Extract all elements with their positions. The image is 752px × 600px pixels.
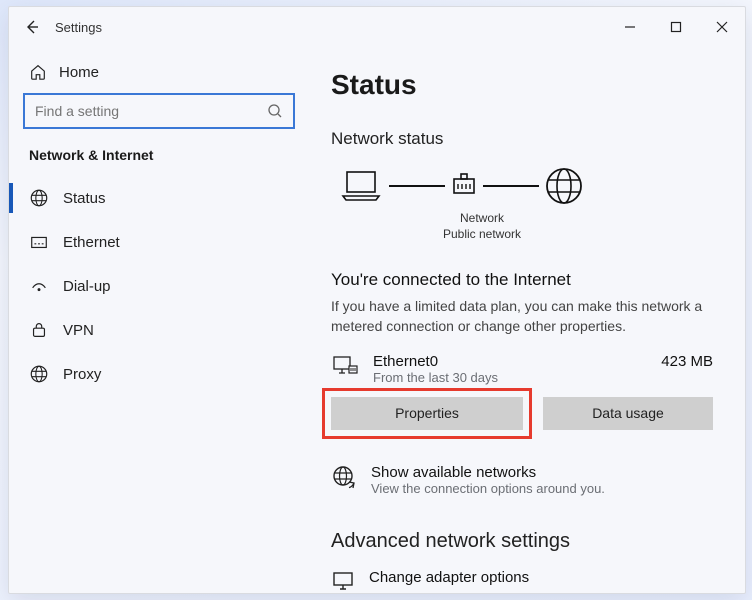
nav-label: Proxy [63,366,101,383]
home-label: Home [59,64,99,81]
change-adapter-label: Change adapter options [369,569,529,586]
titlebar: Settings [9,7,745,47]
home-link[interactable]: Home [23,55,295,93]
nav-proxy[interactable]: Proxy [23,353,295,395]
adapter-usage: 423 MB [661,353,713,370]
globe-icon [29,188,49,208]
main-content: Status Network status Network Public net… [309,47,745,593]
network-adapter-icon [449,171,479,201]
back-button[interactable] [9,19,55,35]
category-header: Network & Internet [29,147,295,163]
home-icon [29,63,47,81]
search-input[interactable] [35,103,267,119]
connected-title: You're connected to the Internet [331,270,713,290]
globe-arrow-icon [331,464,357,490]
available-title: Show available networks [371,464,605,481]
pc-ethernet-icon [331,353,359,381]
close-icon [716,21,728,33]
show-available-networks[interactable]: Show available networks View the connect… [331,464,713,496]
maximize-icon [670,21,682,33]
minimize-button[interactable] [607,7,653,47]
nav-ethernet[interactable]: Ethernet [23,221,295,263]
diagram-caption: Network Public network [437,211,527,242]
nav-label: Status [63,190,106,207]
laptop-icon [337,166,385,206]
diagram-line [483,185,539,187]
highlight-box: Properties [322,388,532,439]
nav-status[interactable]: Status [23,177,295,219]
properties-label: Properties [395,405,459,421]
diagram-sublabel: Public network [437,227,527,243]
change-adapter-options[interactable]: Change adapter options [331,569,713,593]
nav-list: Status Ethernet Dial-up VPN Proxy [23,177,295,395]
connected-description: If you have a limited data plan, you can… [331,296,713,337]
connection-status: You're connected to the Internet If you … [331,270,713,337]
adapter-row: Ethernet0 From the last 30 days 423 MB [331,353,713,385]
search-box[interactable] [23,93,295,129]
window-title: Settings [55,20,102,35]
maximize-button[interactable] [653,7,699,47]
nav-dialup[interactable]: Dial-up [23,265,295,307]
proxy-icon [29,364,49,384]
search-icon [267,103,283,119]
advanced-heading: Advanced network settings [331,530,713,553]
sidebar: Home Network & Internet Status Ethernet [9,47,309,593]
available-sub: View the connection options around you. [371,481,605,496]
diagram-line [389,185,445,187]
network-status-heading: Network status [331,129,713,149]
nav-vpn[interactable]: VPN [23,309,295,351]
adapter-buttons: Properties Data usage [331,397,713,430]
nav-label: VPN [63,322,94,339]
data-usage-label: Data usage [592,405,664,421]
nav-label: Dial-up [63,278,111,295]
adapter-sub: From the last 30 days [373,370,647,385]
properties-button[interactable]: Properties [331,397,523,430]
data-usage-button[interactable]: Data usage [543,397,713,430]
network-diagram [337,165,713,207]
page-title: Status [331,69,713,101]
window-controls [607,7,745,47]
nav-label: Ethernet [63,234,120,251]
globe-large-icon [543,165,585,207]
diagram-label: Network [437,211,527,227]
diagram-network-node [449,171,479,201]
vpn-icon [29,320,49,340]
arrow-left-icon [24,19,40,35]
ethernet-icon [29,232,49,252]
close-button[interactable] [699,7,745,47]
adapter-name: Ethernet0 [373,353,647,370]
monitor-icon [331,569,355,593]
dialup-icon [29,276,49,296]
settings-window: Settings Home Network & Internet Status [8,6,746,594]
minimize-icon [624,21,636,33]
